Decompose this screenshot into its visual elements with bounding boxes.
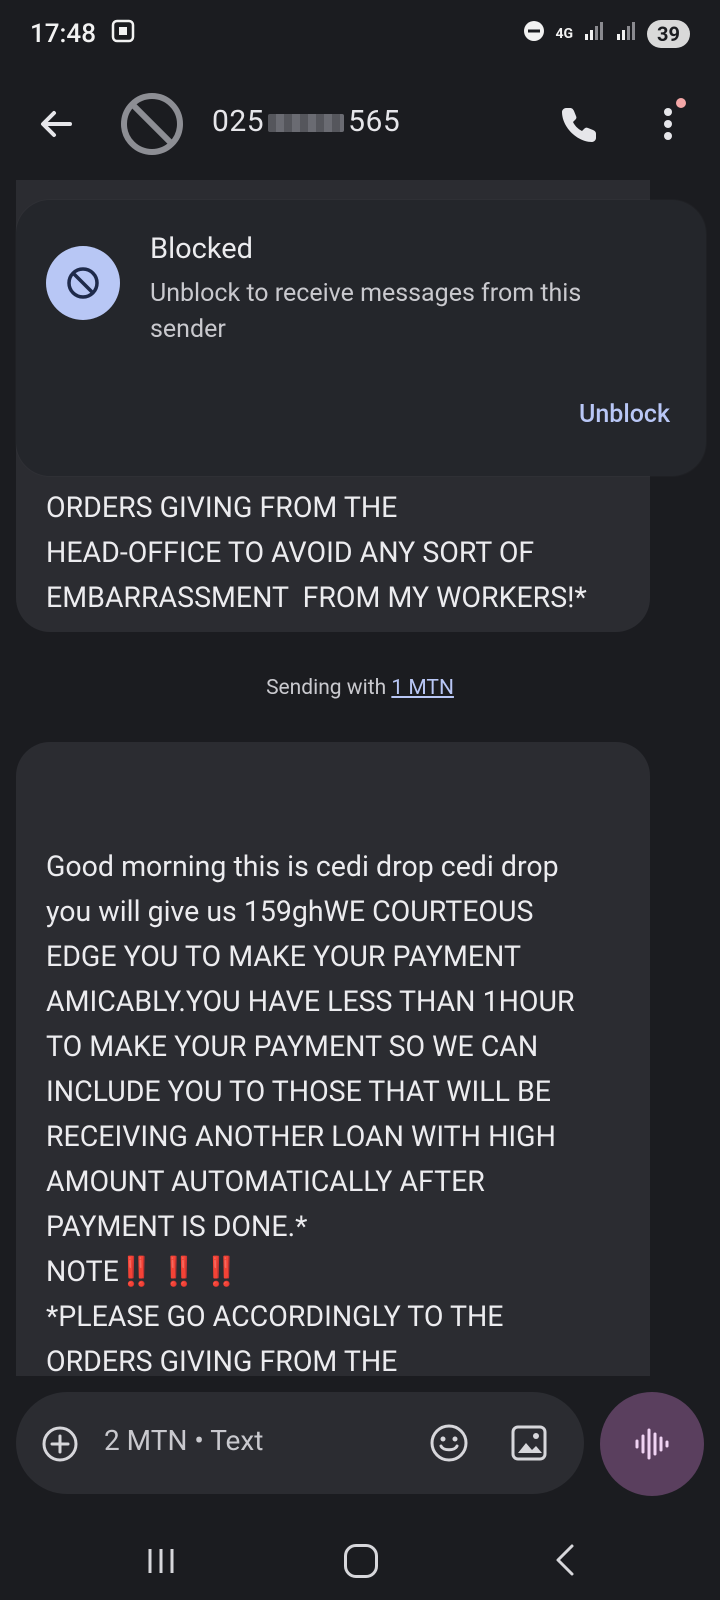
conversation-header: 025 565 (0, 88, 720, 160)
signal-icon-2 (615, 19, 637, 49)
add-circle-icon[interactable] (40, 1424, 80, 1464)
blocked-title: Blocked (150, 232, 253, 266)
notification-dot (676, 98, 686, 108)
sending-with-label: Sending with 1 MTN (0, 676, 720, 700)
screenshot-icon (110, 18, 136, 51)
system-nav-bar (0, 1520, 720, 1600)
battery-level: 39 (647, 20, 690, 48)
recents-icon (148, 1549, 174, 1573)
redacted-digits (268, 114, 345, 133)
blocked-description: Unblock to receive messages from this se… (150, 279, 582, 344)
home-button[interactable] (344, 1544, 378, 1578)
voice-message-button[interactable] (600, 1392, 704, 1496)
message-text: Good morning this is cedi drop cedi drop… (46, 850, 575, 1376)
recents-button[interactable] (146, 1546, 176, 1580)
blocked-icon (46, 246, 120, 320)
compose-bar[interactable]: 2 MTN • Text (16, 1392, 584, 1494)
network-type: 4G (555, 26, 574, 42)
blocked-banner: Blocked Unblock to receive messages from… (16, 200, 706, 476)
chevron-left-icon (556, 1544, 574, 1576)
message-input[interactable]: 2 MTN • Text (104, 1424, 263, 1457)
image-icon[interactable] (508, 1422, 550, 1464)
signal-icon-1 (583, 19, 605, 49)
contact-avatar[interactable] (118, 90, 186, 158)
status-bar: 17:48 4G 39 (0, 0, 720, 68)
sim-link[interactable]: 1 MTN (391, 676, 454, 700)
contact-number-suffix: 565 (348, 104, 401, 139)
nav-back-button[interactable] (552, 1542, 578, 1582)
call-button[interactable] (556, 100, 604, 148)
dnd-icon (523, 19, 545, 49)
back-button[interactable] (32, 100, 80, 148)
voice-wave-icon (635, 1428, 669, 1460)
phone-icon (562, 108, 596, 142)
contact-number[interactable]: 025 565 (212, 104, 400, 139)
status-time: 17:48 (30, 19, 96, 49)
arrow-left-icon (41, 111, 72, 137)
blocked-circle-icon (121, 93, 183, 155)
unblock-button[interactable]: Unblock (579, 400, 670, 429)
contact-number-prefix: 025 (212, 104, 265, 139)
sending-prefix: Sending with (266, 676, 392, 700)
emoji-icon[interactable] (428, 1422, 470, 1464)
message-bubble[interactable]: Good morning this is cedi drop cedi drop… (16, 742, 650, 1376)
